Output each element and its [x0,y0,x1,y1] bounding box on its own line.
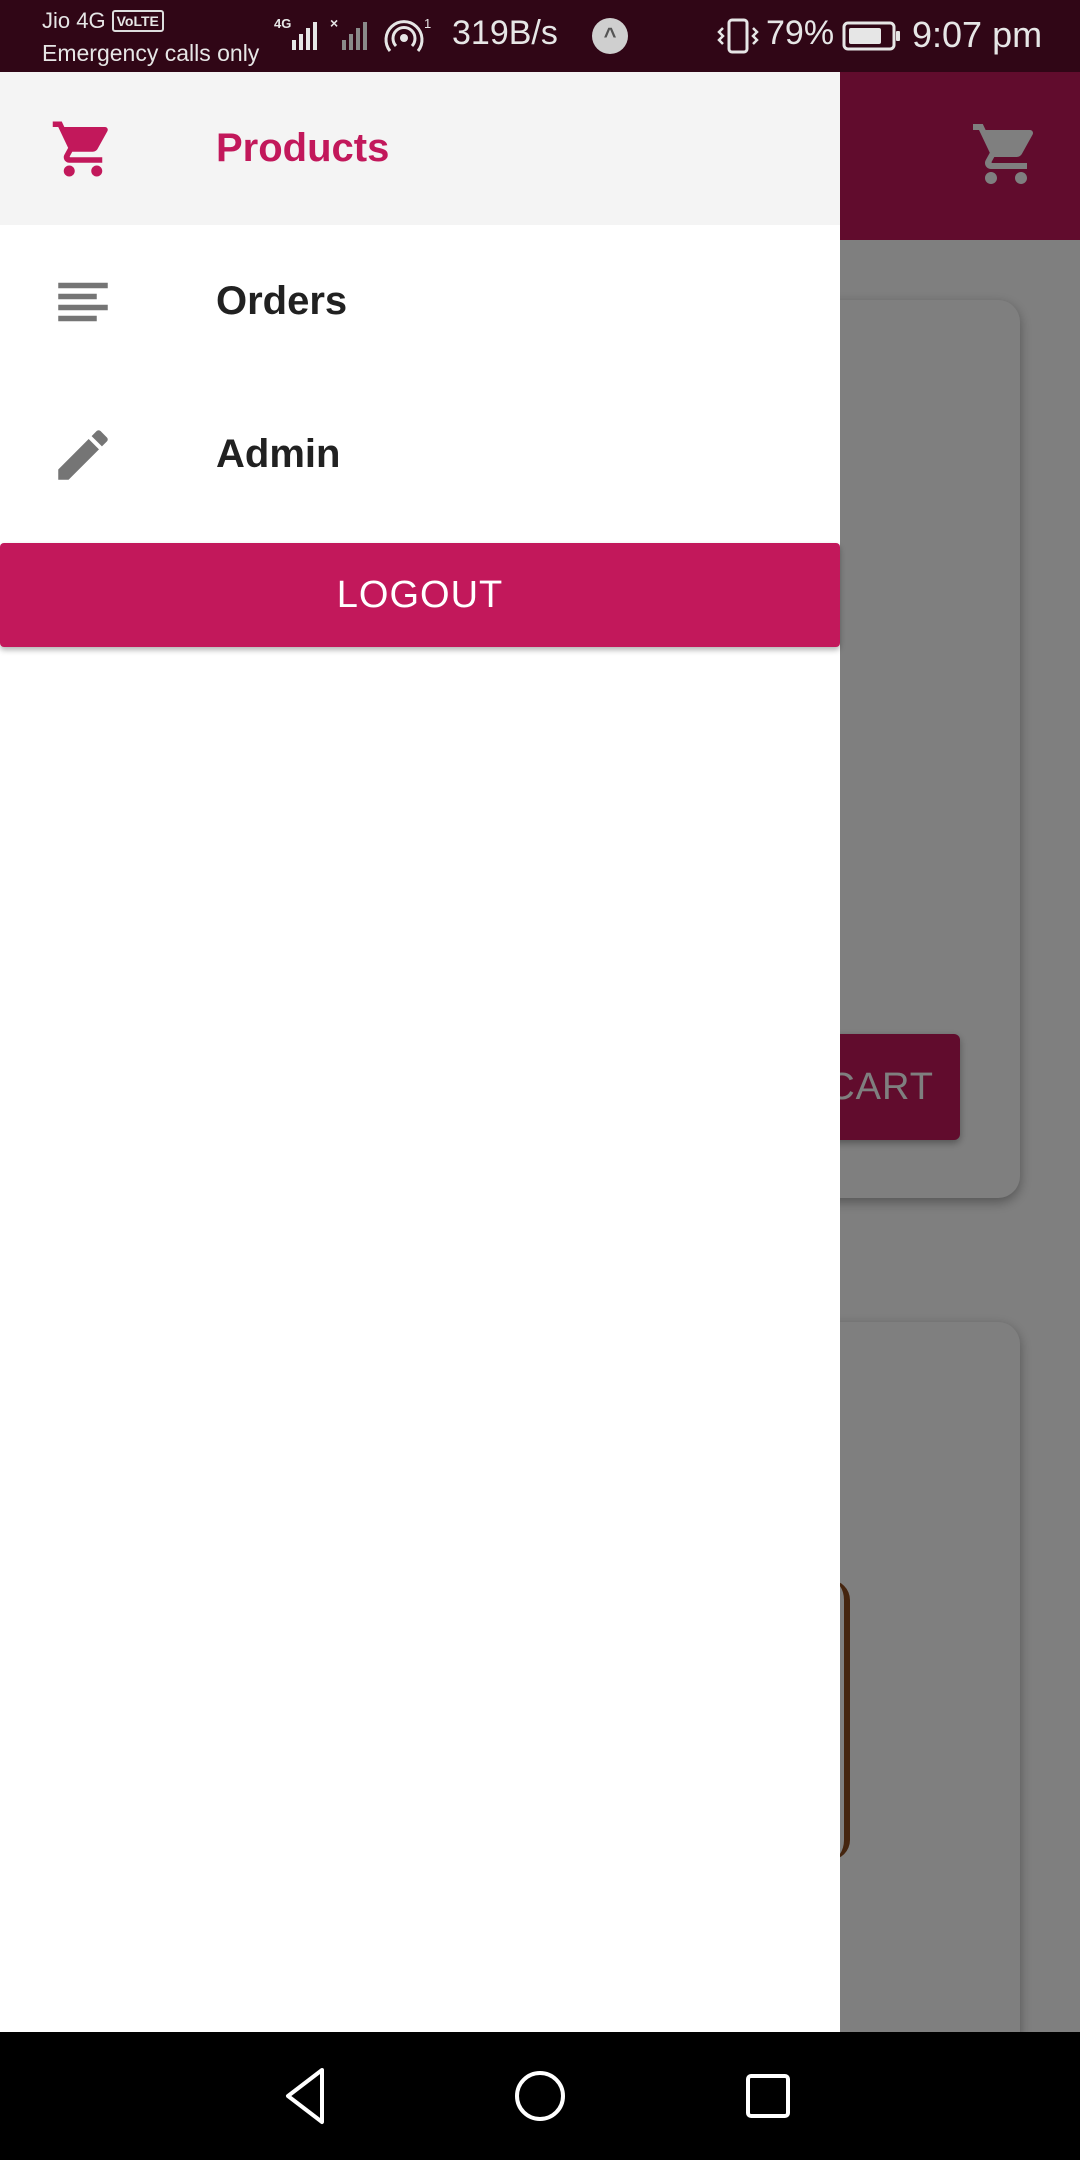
drawer-item-admin[interactable]: Admin [0,378,840,531]
status-bar: Jio 4G VoLTE Emergency calls only 4G × 1 … [0,0,1080,72]
svg-text:1: 1 [424,16,431,31]
logout-button[interactable]: LOGOUT [0,543,840,647]
hotspot-icon: 1 [384,16,431,52]
drawer-item-orders[interactable]: Orders [0,225,840,378]
list-icon [58,282,108,322]
volte-badge: VoLTE [111,10,164,32]
svg-text:4G: 4G [274,16,291,31]
vibrate-icon [717,18,759,54]
recents-icon[interactable] [730,2058,806,2134]
drawer-item-label: Products [216,126,390,170]
system-nav-bar [0,2032,1080,2160]
network-speed: 319B/s [452,14,558,52]
drawer-item-label: Orders [216,279,348,323]
emergency-calls-label: Emergency calls only [42,40,260,66]
navigation-drawer: Products Orders Admin LOGOUT [0,72,840,2032]
signal-strength-icon: 4G × [274,15,367,50]
drawer-item-label: Admin [216,432,341,476]
home-icon[interactable] [502,2058,578,2134]
cart-icon [52,121,108,177]
svg-text:×: × [330,15,338,31]
edit-icon [58,430,108,480]
battery-percent: 79% [766,14,835,52]
upload-indicator-icon: ^ [592,18,628,54]
clock: 9:07 pm [912,14,1043,55]
battery-icon [842,21,900,51]
drawer-item-products[interactable]: Products [0,72,840,225]
carrier-label: Jio 4G VoLTE [42,8,164,34]
back-icon[interactable] [270,2058,346,2134]
